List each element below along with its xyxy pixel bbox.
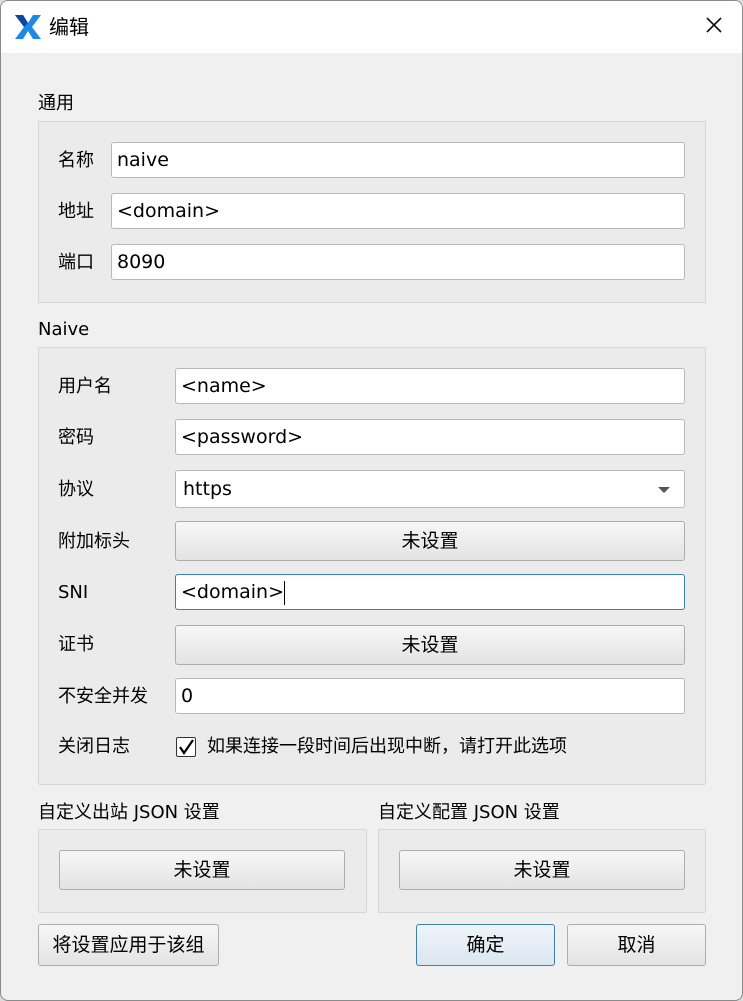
name-label: 名称 [58, 150, 94, 171]
port-label: 端口 [58, 252, 94, 273]
name-field[interactable] [111, 142, 685, 178]
username-label: 用户名 [58, 376, 112, 397]
protocol-select-value: https [183, 478, 232, 500]
address-field[interactable] [111, 193, 685, 229]
v2rayn-logo-icon [13, 13, 43, 41]
custom-outbound-button[interactable]: 未设置 [59, 850, 345, 890]
ok-button[interactable]: 确定 [416, 924, 555, 966]
protocol-select[interactable]: https [175, 470, 685, 508]
text-caret [284, 580, 285, 605]
custom-outbound-title: 自定义出站 JSON 设置 [38, 802, 220, 823]
cert-button[interactable]: 未设置 [175, 625, 685, 665]
close-button[interactable] [694, 9, 734, 45]
title-bar: 编辑 [1, 1, 742, 53]
apply-to-group-button[interactable]: 将设置应用于该组 [38, 924, 219, 966]
naive-section-title: Naive [38, 319, 90, 340]
protocol-label: 协议 [58, 479, 94, 500]
sni-label: SNI [58, 582, 89, 603]
checkmark-icon [179, 739, 194, 755]
custom-config-title: 自定义配置 JSON 设置 [378, 802, 560, 823]
disable-log-checkbox[interactable] [176, 737, 196, 757]
cancel-button[interactable]: 取消 [567, 924, 706, 966]
username-field[interactable] [175, 368, 685, 404]
extra-headers-button[interactable]: 未设置 [175, 521, 685, 561]
disable-log-label: 关闭日志 [58, 736, 130, 757]
password-field[interactable] [175, 419, 685, 455]
disable-log-hint[interactable]: 如果连接一段时间后出现中断，请打开此选项 [207, 735, 567, 759]
cert-label: 证书 [58, 634, 94, 655]
sni-field-value: <domain> [181, 581, 284, 603]
custom-config-button[interactable]: 未设置 [399, 850, 685, 890]
extra-headers-label: 附加标头 [58, 531, 130, 552]
port-field[interactable] [111, 244, 685, 280]
naive-group [38, 347, 706, 785]
password-label: 密码 [58, 427, 94, 448]
chevron-down-icon [658, 487, 670, 493]
address-label: 地址 [58, 201, 94, 222]
edit-dialog: 编辑 通用 名称 地址 端口 Naive 用户名 密码 协议 https 附加标… [0, 0, 743, 1001]
close-icon [706, 17, 722, 37]
general-section-title: 通用 [38, 93, 74, 114]
sni-field[interactable]: <domain> [175, 574, 685, 610]
insecure-concurrency-field[interactable] [175, 678, 685, 714]
insecure-concurrency-label: 不安全并发 [58, 686, 148, 707]
window-title: 编辑 [49, 15, 89, 39]
